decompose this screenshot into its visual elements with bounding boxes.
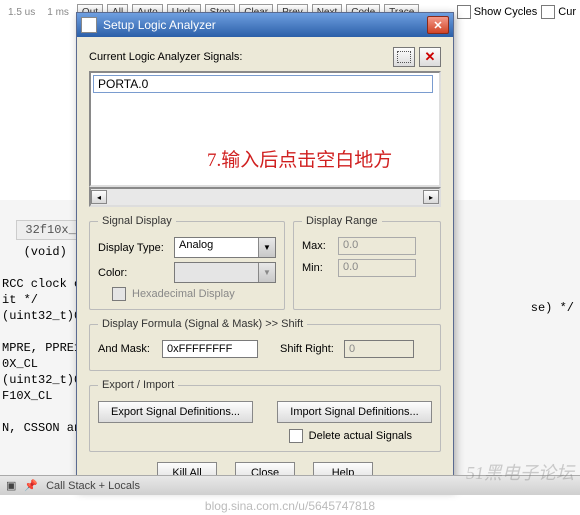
- display-range-group: Display Range Max: 0.0 Min: 0.0: [293, 215, 441, 310]
- hex-display-checkbox[interactable]: Hexadecimal Display: [112, 287, 276, 301]
- show-cycles-checkbox[interactable]: Show Cycles: [457, 5, 538, 19]
- code-frag-right: se) */: [531, 300, 574, 316]
- dialog-title-bar[interactable]: Setup Logic Analyzer ✕: [77, 13, 453, 37]
- shift-right-label: Shift Right:: [280, 343, 338, 355]
- color-combo[interactable]: ▼: [174, 262, 276, 283]
- max-field: 0.0: [338, 237, 416, 255]
- chevron-down-icon[interactable]: ▼: [258, 238, 275, 257]
- signals-label: Current Logic Analyzer Signals:: [89, 51, 242, 63]
- source-url-text: blog.sina.com.cn/u/5645747818: [205, 499, 375, 513]
- scroll-left-icon[interactable]: ◂: [91, 190, 107, 204]
- annotation-text: 7.输入后点击空白地方: [207, 145, 392, 172]
- max-label: Max:: [302, 240, 332, 252]
- and-mask-input[interactable]: [162, 340, 258, 358]
- cur-checkbox[interactable]: Cur: [541, 5, 576, 19]
- panel-toggle-icon[interactable]: ▣: [6, 479, 16, 492]
- and-mask-label: And Mask:: [98, 343, 156, 355]
- signal-display-group: Signal Display Display Type: Analog▼ Col…: [89, 215, 285, 310]
- scroll-right-icon[interactable]: ▸: [423, 190, 439, 204]
- window-icon: [81, 17, 97, 33]
- dialog-title: Setup Logic Analyzer: [103, 18, 216, 32]
- delete-signal-button[interactable]: ✕: [419, 47, 441, 67]
- signal-name-input[interactable]: [93, 75, 433, 93]
- signal-list-scrollbar[interactable]: ◂ ▸: [89, 187, 441, 207]
- watermark-text: 51黑电子论坛: [466, 459, 574, 485]
- export-import-group: Export / Import Export Signal Definition…: [89, 379, 441, 452]
- setup-logic-analyzer-dialog: Setup Logic Analyzer ✕ Current Logic Ana…: [76, 12, 454, 490]
- zoom-label: 1 ms: [43, 7, 73, 18]
- time-label: 1.5 us: [4, 7, 39, 18]
- display-formula-group: Display Formula (Signal & Mask) >> Shift…: [89, 318, 441, 371]
- display-type-combo[interactable]: Analog▼: [174, 237, 276, 258]
- chevron-down-icon[interactable]: ▼: [258, 263, 275, 282]
- delete-actual-signals-checkbox[interactable]: Delete actual Signals: [98, 429, 412, 443]
- min-field: 0.0: [338, 259, 416, 277]
- close-icon[interactable]: ✕: [427, 16, 449, 34]
- callstack-label[interactable]: Call Stack + Locals: [46, 480, 140, 492]
- display-type-label: Display Type:: [98, 242, 168, 254]
- shift-right-input[interactable]: [344, 340, 414, 358]
- new-signal-button[interactable]: [393, 47, 415, 67]
- min-label: Min:: [302, 262, 332, 274]
- pin-icon[interactable]: 📌: [24, 479, 38, 492]
- export-signals-button[interactable]: Export Signal Definitions...: [98, 401, 253, 423]
- import-signals-button[interactable]: Import Signal Definitions...: [277, 401, 432, 423]
- color-label: Color:: [98, 267, 168, 279]
- signal-list[interactable]: 7.输入后点击空白地方: [89, 71, 441, 187]
